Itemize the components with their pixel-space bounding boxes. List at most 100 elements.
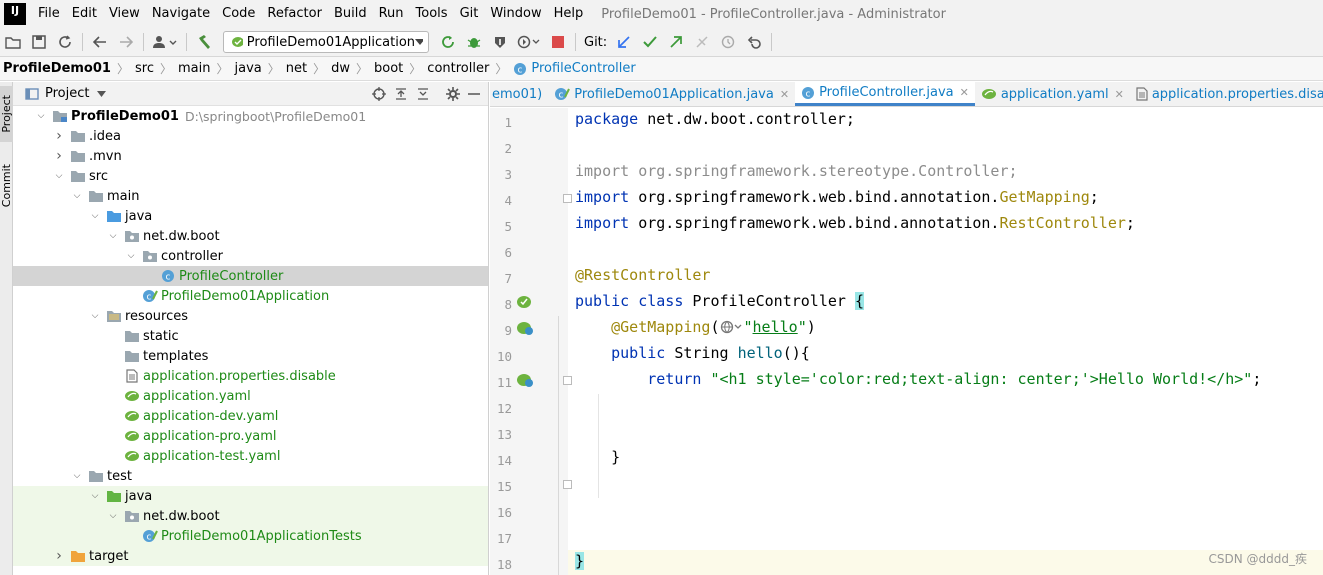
breadcrumb-item[interactable]: net 〉 <box>286 60 331 77</box>
chevron-down-icon[interactable]: ⌵ <box>107 506 119 526</box>
debug-bug-icon[interactable] <box>463 31 485 53</box>
globe-icon[interactable] <box>720 320 744 334</box>
breadcrumb-item[interactable]: java 〉 <box>234 60 285 77</box>
minimize-icon[interactable] <box>468 88 480 100</box>
chevron-right-icon[interactable]: › <box>53 126 65 146</box>
tree-item[interactable]: c ProfileDemo01ApplicationTests <box>13 526 488 546</box>
chevron-down-icon[interactable]: ⌵ <box>53 166 65 186</box>
close-tab-icon[interactable]: ✕ <box>780 88 789 101</box>
tree-item[interactable]: ⌵ net.dw.boot <box>13 226 488 246</box>
tree-item[interactable]: application.yaml <box>13 386 488 406</box>
breadcrumb-item[interactable]: ProfileDemo01 〉 <box>0 60 135 77</box>
tree-item[interactable]: ⌵ ProfileDemo01 D:\springboot\ProfileDemo0… <box>13 106 488 126</box>
tree-item[interactable]: ⌵ src <box>13 166 488 186</box>
chevron-right-icon[interactable]: › <box>53 546 65 566</box>
git-push-icon[interactable] <box>665 31 687 53</box>
breadcrumb-item[interactable]: controller 〉 <box>427 60 513 77</box>
commit-tool-tab[interactable]: Commit <box>0 160 13 212</box>
expand-all-icon[interactable] <box>394 87 408 101</box>
editor-tab[interactable]: application.yaml ✕ <box>975 82 1130 106</box>
git-update-icon[interactable] <box>613 31 635 53</box>
menu-file[interactable]: File <box>32 0 66 28</box>
project-tool-tab[interactable]: Project <box>0 86 13 142</box>
rerun-icon[interactable] <box>437 31 459 53</box>
breadcrumb-item[interactable]: main 〉 <box>178 60 235 77</box>
editor-tab[interactable]: c ProfileDemo01Application.java ✕ <box>548 82 795 106</box>
back-arrow-icon[interactable] <box>89 31 111 53</box>
tree-item[interactable]: ⌵ java <box>13 486 488 506</box>
tree-item[interactable]: templates <box>13 346 488 366</box>
menu-refactor[interactable]: Refactor <box>261 0 328 28</box>
save-icon[interactable] <box>28 31 50 53</box>
history-clock-icon[interactable] <box>717 31 739 53</box>
chevron-down-icon[interactable]: ⌵ <box>125 246 137 266</box>
tree-item[interactable]: ⌵ java <box>13 206 488 226</box>
profiler-dropdown-icon[interactable] <box>515 31 543 53</box>
tree-item-path: D:\springboot\ProfileDemo01 <box>184 108 367 124</box>
menu-build[interactable]: Build <box>328 0 373 28</box>
chevron-down-icon[interactable]: ⌵ <box>89 206 101 226</box>
user-dropdown-icon[interactable] <box>150 31 180 53</box>
menu-navigate[interactable]: Navigate <box>146 0 216 28</box>
editor-tab[interactable]: application.properties.disable <box>1130 82 1323 106</box>
coverage-icon[interactable] <box>489 31 511 53</box>
code-editor[interactable]: package net.dw.boot.controller; import o… <box>558 108 1323 575</box>
chevron-down-icon[interactable]: ⌵ <box>35 106 47 126</box>
locate-target-icon[interactable] <box>372 86 386 101</box>
menu-view[interactable]: View <box>103 0 146 28</box>
stop-icon[interactable] <box>547 31 569 53</box>
git-merge-icon[interactable] <box>691 31 713 53</box>
editor-tab[interactable]: c ProfileController.java ✕ <box>795 82 975 106</box>
gear-icon[interactable] <box>446 86 460 101</box>
chevron-down-icon[interactable]: ⌵ <box>71 466 83 486</box>
git-commit-check-icon[interactable] <box>639 31 661 53</box>
tree-item[interactable]: › .idea <box>13 126 488 146</box>
tree-item[interactable]: application.properties.disable <box>13 366 488 386</box>
endpoint-gutter-icon[interactable] <box>516 372 534 388</box>
tree-item[interactable]: application-pro.yaml <box>13 426 488 446</box>
forward-arrow-icon[interactable] <box>115 31 137 53</box>
breadcrumb-item[interactable]: src 〉 <box>135 60 178 77</box>
chevron-right-icon[interactable]: › <box>53 146 65 166</box>
chevron-down-icon[interactable]: ⌵ <box>107 226 119 246</box>
tree-item[interactable]: ⌵ resources <box>13 306 488 326</box>
chevron-down-icon[interactable]: ⌵ <box>89 486 101 506</box>
rollback-icon[interactable] <box>743 31 765 53</box>
breadcrumb-item[interactable]: dw 〉 <box>331 60 374 77</box>
tree-item[interactable]: application-test.yaml <box>13 446 488 466</box>
tree-item[interactable]: c ProfileController <box>13 266 488 286</box>
run-configuration-select[interactable]: ProfileDemo01Application <box>223 31 429 53</box>
build-hammer-icon[interactable] <box>193 31 215 53</box>
tree-item[interactable]: › target <box>13 546 488 566</box>
spring-bean-gutter-icon[interactable] <box>516 320 534 336</box>
tree-item[interactable]: › .mvn <box>13 146 488 166</box>
tree-item[interactable]: ⌵ main <box>13 186 488 206</box>
spring-yaml-icon <box>981 87 997 101</box>
chevron-down-icon[interactable]: ⌵ <box>71 186 83 206</box>
sync-icon[interactable] <box>54 31 76 53</box>
close-tab-icon[interactable]: ✕ <box>960 86 969 99</box>
menu-run[interactable]: Run <box>373 0 410 28</box>
breadcrumb-item[interactable]: c ProfileController <box>513 61 636 76</box>
menu-help[interactable]: Help <box>548 0 590 28</box>
tree-item[interactable]: ⌵ controller <box>13 246 488 266</box>
breadcrumb-item[interactable]: boot 〉 <box>374 60 427 77</box>
tree-item[interactable]: static <box>13 326 488 346</box>
spring-bean-gutter-icon[interactable] <box>516 294 532 310</box>
menu-tools[interactable]: Tools <box>410 0 454 28</box>
menu-code[interactable]: Code <box>216 0 261 28</box>
menu-edit[interactable]: Edit <box>66 0 103 28</box>
editor-tab[interactable]: emo01) <box>490 82 548 106</box>
tree-item[interactable]: ⌵ test <box>13 466 488 486</box>
project-panel-title[interactable]: Project <box>45 86 89 101</box>
open-folder-icon[interactable] <box>2 31 24 53</box>
tree-item[interactable]: ⌵ net.dw.boot <box>13 506 488 526</box>
collapse-all-icon[interactable] <box>416 87 430 101</box>
tree-item[interactable]: application-dev.yaml <box>13 406 488 426</box>
close-tab-icon[interactable]: ✕ <box>1115 88 1124 101</box>
chevron-down-icon[interactable] <box>97 90 107 97</box>
tree-item[interactable]: c ProfileDemo01Application <box>13 286 488 306</box>
menu-git[interactable]: Git <box>454 0 485 28</box>
menu-window[interactable]: Window <box>484 0 547 28</box>
chevron-down-icon[interactable]: ⌵ <box>89 306 101 326</box>
